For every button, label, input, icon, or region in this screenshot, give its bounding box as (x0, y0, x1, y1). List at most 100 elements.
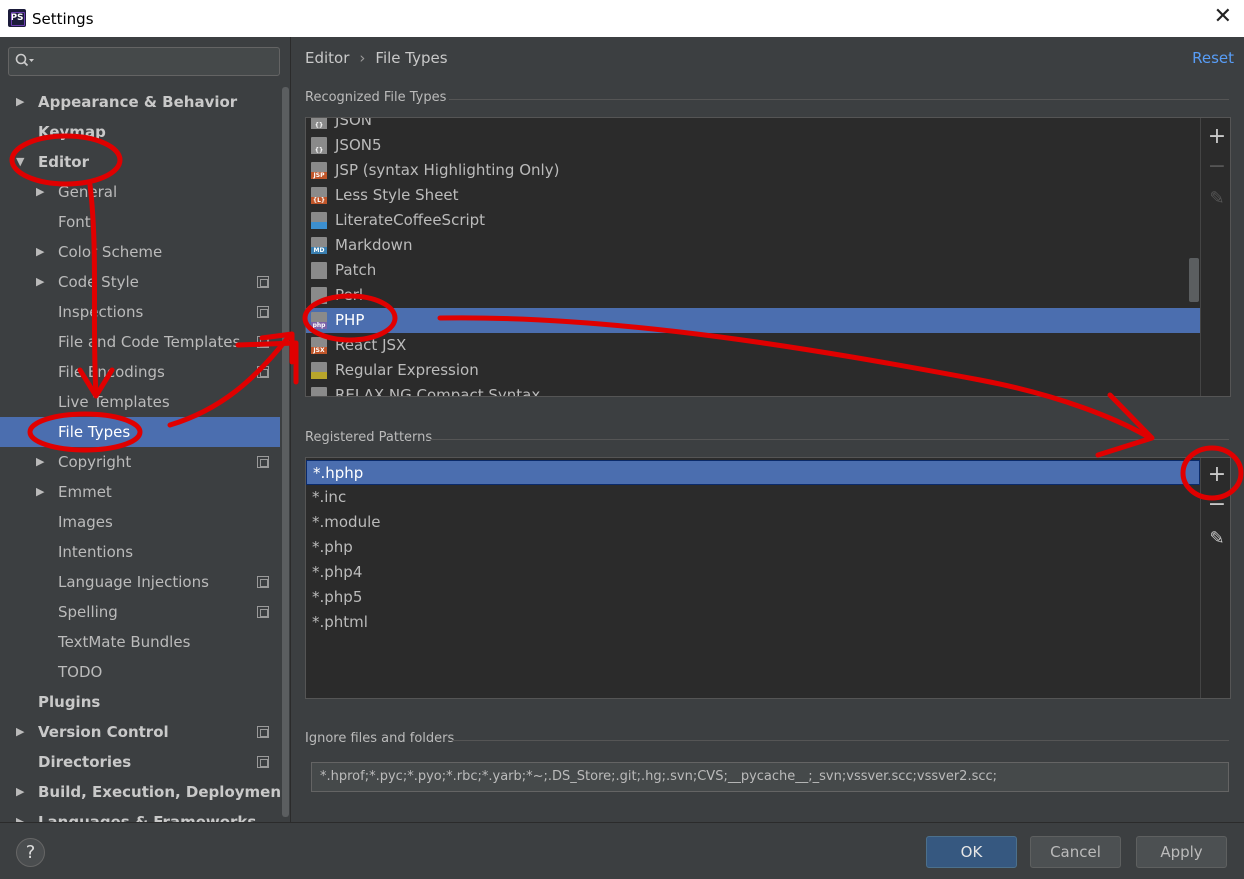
perl-icon (311, 287, 327, 304)
sidebar-item-textmate-bundles[interactable]: TextMate Bundles (0, 627, 280, 657)
pattern-row[interactable]: *.module (306, 510, 1200, 535)
expanded-arrow-icon[interactable]: ▼ (16, 147, 24, 177)
pattern-row[interactable]: *.php (306, 535, 1200, 560)
sidebar-item-code-style[interactable]: ▶ Code Style (0, 267, 280, 297)
add-file-type-button[interactable]: + (1202, 122, 1230, 152)
pattern-row[interactable]: *.inc (306, 485, 1200, 510)
sidebar-item-images[interactable]: Images (0, 507, 280, 537)
pattern-row[interactable]: *.phtml (306, 610, 1200, 635)
sidebar-item-todo[interactable]: TODO (0, 657, 280, 687)
sidebar-item-languages-frameworks[interactable]: ▶ Languages & Frameworks (0, 807, 280, 822)
remove-pattern-button[interactable]: − (1202, 490, 1230, 520)
sidebar-item-label: Live Templates (58, 393, 170, 411)
close-icon[interactable]: ✕ (1214, 4, 1232, 29)
file-type-name: LiterateCoffeeScript (335, 211, 486, 229)
edit-file-type-button[interactable]: ✎ (1202, 184, 1230, 214)
sidebar-scrollbar-thumb[interactable] (282, 87, 289, 817)
title-bar: PS Settings ✕ (0, 0, 1244, 37)
search-input[interactable] (8, 47, 280, 76)
collapsed-arrow-icon[interactable]: ▶ (16, 807, 24, 822)
sidebar-item-build-execution-deployment[interactable]: ▶ Build, Execution, Deployment (0, 777, 280, 807)
remove-file-type-button[interactable]: − (1202, 152, 1230, 182)
help-button[interactable]: ? (16, 838, 45, 867)
sidebar-item-label: TextMate Bundles (58, 633, 191, 651)
file-type-row[interactable]: {} JSON (306, 117, 1200, 133)
sidebar-item-inspections[interactable]: Inspections (0, 297, 280, 327)
file-type-row[interactable]: LiterateCoffeeScript (306, 208, 1200, 233)
file-type-row[interactable]: php PHP (306, 308, 1200, 333)
file-type-badge: JSX (311, 347, 327, 354)
file-type-name: Markdown (335, 236, 413, 254)
sidebar-item-appearance-behavior[interactable]: ▶ Appearance & Behavior (0, 87, 280, 117)
sidebar-item-directories[interactable]: Directories (0, 747, 280, 777)
sidebar-item-intentions[interactable]: Intentions (0, 537, 280, 567)
json-icon: {} (311, 118, 327, 129)
sidebar-item-live-templates[interactable]: Live Templates (0, 387, 280, 417)
collapsed-arrow-icon[interactable]: ▶ (16, 87, 24, 117)
pattern-row[interactable]: *.hphp (306, 460, 1200, 485)
collapsed-arrow-icon[interactable]: ▶ (16, 717, 24, 747)
sidebar-scrollbar[interactable] (282, 87, 290, 822)
sidebar-item-copyright[interactable]: ▶ Copyright (0, 447, 280, 477)
file-type-row[interactable]: MD Markdown (306, 233, 1200, 258)
breadcrumb-separator: › (359, 49, 366, 67)
file-type-row[interactable]: Regular Expression (306, 358, 1200, 383)
project-scope-icon (257, 306, 269, 318)
tool-divider (1200, 458, 1201, 698)
file-type-badge (311, 372, 327, 379)
sidebar-item-file-types[interactable]: File Types (0, 417, 280, 447)
recognized-file-types-list[interactable]: {} JSON {} JSON5 JSP JSP (syntax Highlighting… (305, 117, 1231, 397)
collapsed-arrow-icon[interactable]: ▶ (36, 237, 44, 267)
file-type-badge: {L} (311, 197, 327, 204)
file-type-row[interactable]: JSP JSP (syntax Highlighting Only) (306, 158, 1200, 183)
sidebar-item-file-and-code-templates[interactable]: File and Code Templates (0, 327, 280, 357)
apply-button[interactable]: Apply (1136, 836, 1227, 868)
edit-pattern-button[interactable]: ✎ (1202, 524, 1230, 554)
project-scope-icon (257, 276, 269, 288)
file-types-scrollbar-thumb[interactable] (1189, 258, 1199, 302)
file-type-row[interactable]: Patch (306, 258, 1200, 283)
sidebar-item-keymap[interactable]: Keymap (0, 117, 280, 147)
ok-button[interactable]: OK (926, 836, 1017, 868)
file-type-name: Perl (335, 286, 364, 304)
sidebar-item-label: Directories (38, 753, 132, 771)
file-type-name: JSON (335, 117, 372, 129)
recognized-file-types-label: Recognized File Types (305, 90, 447, 105)
ignore-files-label: Ignore files and folders (305, 731, 455, 746)
pattern-row[interactable]: *.php5 (306, 585, 1200, 610)
breadcrumb-editor[interactable]: Editor (305, 49, 349, 67)
file-type-name: JSP (syntax Highlighting Only) (335, 161, 560, 179)
file-type-row[interactable]: RELAX NG Compact Syntax (306, 383, 1200, 396)
pattern-row[interactable]: *.php4 (306, 560, 1200, 585)
php-icon: php (311, 312, 327, 329)
collapsed-arrow-icon[interactable]: ▶ (36, 177, 44, 207)
pattern-text: *.php4 (312, 563, 363, 581)
collapsed-arrow-icon[interactable]: ▶ (36, 477, 44, 507)
file-type-row[interactable]: {L} Less Style Sheet (306, 183, 1200, 208)
file-type-row[interactable]: {} JSON5 (306, 133, 1200, 158)
collapsed-arrow-icon[interactable]: ▶ (16, 777, 24, 807)
reset-link[interactable]: Reset (1192, 49, 1234, 67)
sidebar-item-plugins[interactable]: Plugins (0, 687, 280, 717)
file-type-row[interactable]: JSX React JSX (306, 333, 1200, 358)
sidebar-item-language-injections[interactable]: Language Injections (0, 567, 280, 597)
collapsed-arrow-icon[interactable]: ▶ (36, 267, 44, 297)
cancel-button[interactable]: Cancel (1030, 836, 1121, 868)
sidebar-item-label: Editor (38, 153, 89, 171)
sidebar-item-font[interactable]: Font (0, 207, 280, 237)
collapsed-arrow-icon[interactable]: ▶ (36, 447, 44, 477)
sidebar-item-spelling[interactable]: Spelling (0, 597, 280, 627)
sidebar-item-editor[interactable]: ▼ Editor (0, 147, 280, 177)
sidebar-item-file-encodings[interactable]: File Encodings (0, 357, 280, 387)
project-scope-icon (257, 726, 269, 738)
file-type-row[interactable]: Perl (306, 283, 1200, 308)
add-pattern-button[interactable]: + (1202, 460, 1230, 490)
ignore-files-input[interactable]: *.hprof;*.pyc;*.pyo;*.rbc;*.yarb;*~;.DS_… (311, 762, 1229, 792)
sidebar-item-general[interactable]: ▶ General (0, 177, 280, 207)
sidebar-item-color-scheme[interactable]: ▶ Color Scheme (0, 237, 280, 267)
registered-patterns-list[interactable]: *.hphp *.inc *.module *.php *.php4 *.php5 *.ph… (305, 457, 1231, 699)
sidebar-item-label: Emmet (58, 483, 112, 501)
sidebar-item-emmet[interactable]: ▶ Emmet (0, 477, 280, 507)
sidebar-item-version-control[interactable]: ▶ Version Control (0, 717, 280, 747)
pattern-text: *.php5 (312, 588, 363, 606)
